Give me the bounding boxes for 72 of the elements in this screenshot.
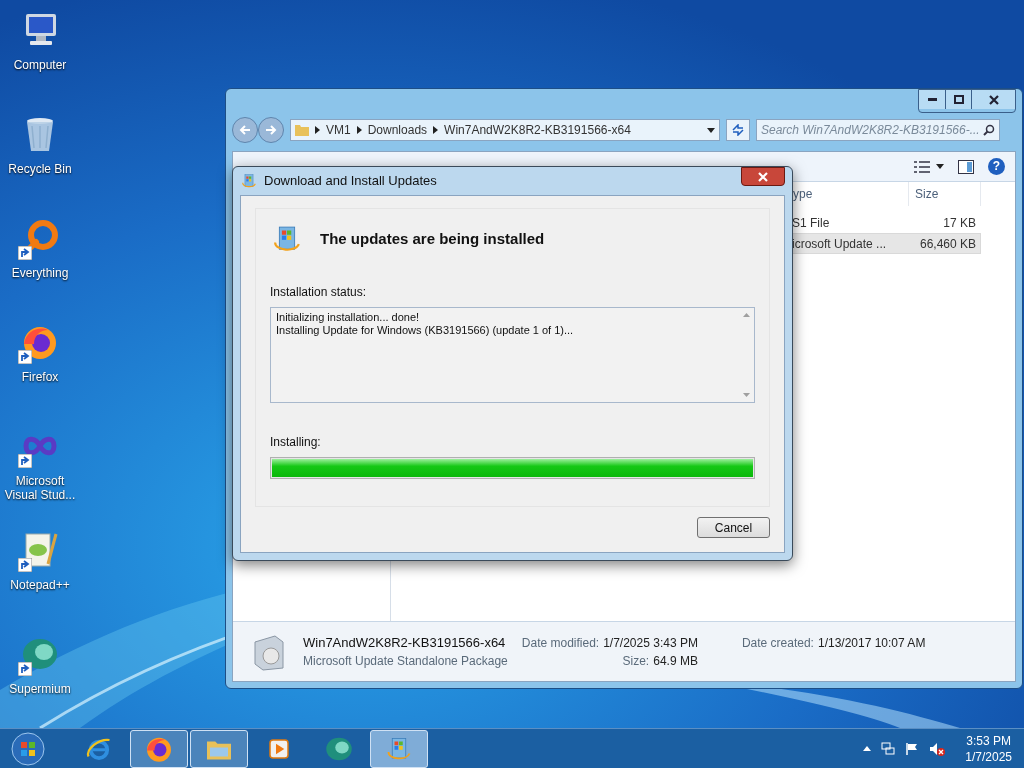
breadcrumb-item[interactable]: Win7AndW2K8R2-KB3191566-x64 — [444, 121, 631, 139]
close-button[interactable] — [971, 90, 1015, 109]
scroll-down-icon — [742, 393, 750, 397]
progress-label: Installing: — [270, 434, 322, 451]
desktop-icon-label[interactable]: Notepad++ — [10, 578, 70, 592]
desktop-icon-label[interactable]: Recycle Bin — [8, 162, 72, 176]
close-icon — [988, 94, 999, 105]
windows-orb-icon — [11, 731, 45, 766]
breadcrumb-item[interactable]: Downloads — [367, 121, 428, 139]
detail-value: 1/13/2017 10:07 AM — [817, 634, 926, 652]
show-hidden-icons-icon[interactable] — [863, 746, 872, 751]
taskbar-button[interactable] — [190, 729, 248, 768]
close-icon — [758, 171, 768, 182]
desktop-icon-label[interactable]: Everything — [11, 266, 69, 280]
cancel-button[interactable]: Cancel — [697, 517, 770, 538]
close-button[interactable] — [741, 167, 785, 186]
detail-value: 1/7/2025 3:43 PM — [603, 634, 698, 652]
desktop-icon-label[interactable]: Computer — [13, 58, 67, 72]
chevron-right-icon — [433, 126, 439, 134]
clock-date[interactable]: 1/7/2025 — [965, 748, 1012, 765]
maximize-button[interactable] — [945, 90, 971, 109]
scroll-up-icon — [742, 313, 750, 317]
view-button[interactable] — [914, 160, 944, 173]
table-cell-text: 66,460 KB — [918, 235, 977, 253]
preview-pane-button[interactable] — [958, 159, 974, 174]
flag-icon[interactable] — [905, 741, 920, 756]
detail-label: Date created: — [741, 634, 814, 652]
folder-icon — [295, 124, 309, 136]
clock-time[interactable]: 3:53 PM — [966, 732, 1011, 749]
pane-icon — [958, 159, 974, 174]
back-button[interactable] — [232, 117, 258, 143]
search-icon — [983, 124, 995, 136]
muted-speaker-icon[interactable] — [929, 741, 946, 756]
column-header[interactable]: Size — [909, 182, 981, 206]
file-type: Microsoft Update Standalone Package — [303, 652, 508, 670]
network-icon[interactable] — [881, 741, 896, 756]
list-view-icon — [914, 160, 930, 173]
detail-value: 64.9 MB — [653, 652, 698, 670]
desktop-icon-label[interactable]: Firefox — [21, 370, 59, 384]
minimize-icon — [927, 98, 937, 101]
dropdown-icon[interactable] — [707, 127, 715, 133]
file-row[interactable]: icrosoft Update ... 66,460 KB — [791, 233, 981, 254]
search-field[interactable]: Search Win7AndW2K8R2-KB3191566-... — [756, 119, 1000, 141]
file-name: Win7AndW2K8R2-KB3191566-x64 — [303, 633, 507, 652]
detail-label: Size: — [622, 652, 650, 670]
file-row[interactable]: S1 File 17 KB — [791, 212, 981, 233]
table-cell-text: icrosoft Update ... — [792, 235, 888, 253]
dialog-title: Download and Install Updates — [264, 172, 437, 191]
dialog-heading: The updates are being installed — [320, 228, 545, 249]
forward-button[interactable] — [258, 117, 284, 143]
dropdown-icon — [936, 164, 944, 169]
forward-arrow-icon — [265, 125, 277, 135]
update-icon — [240, 172, 258, 190]
table-cell-text: 17 KB — [942, 214, 977, 232]
log-line: Installing Update for Windows (KB3191566) (update 1 of 1)... — [276, 324, 575, 337]
detail-label: Date modified: — [521, 634, 600, 652]
taskbar-button[interactable] — [130, 729, 188, 768]
status-label: Installation status: — [270, 284, 368, 301]
chevron-right-icon — [315, 126, 320, 134]
desktop-icon-label[interactable]: Microsoft Visual Stud... — [0, 474, 80, 502]
address-bar[interactable]: VM1 Downloads Win7AndW2K8R2-KB3191566-x64 — [290, 119, 720, 141]
log-line: Initializing installation... done! — [276, 311, 421, 324]
taskbar-button[interactable] — [370, 729, 428, 768]
help-button[interactable]: ? — [988, 158, 1005, 175]
chevron-right-icon — [356, 126, 362, 134]
breadcrumb-item[interactable]: VM1 — [326, 121, 351, 139]
minimize-button[interactable] — [919, 90, 945, 109]
back-arrow-icon — [239, 125, 251, 135]
refresh-button[interactable] — [726, 119, 750, 141]
table-cell-text: S1 File — [792, 214, 831, 232]
maximize-icon — [953, 95, 964, 104]
refresh-icon — [731, 124, 745, 136]
